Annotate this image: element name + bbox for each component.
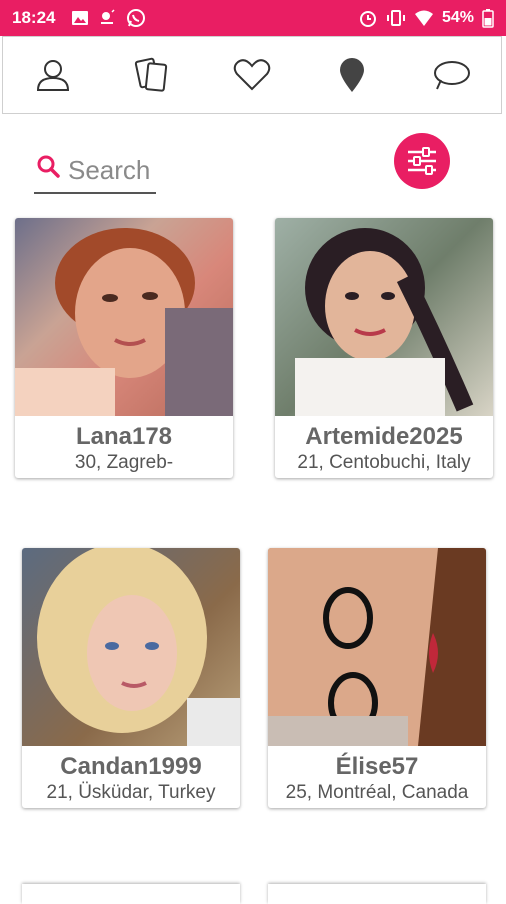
status-bar: 18:24 54%: [0, 0, 506, 36]
profile-info: 30, Zagreb-: [74, 452, 174, 473]
profile-card-partial[interactable]: [22, 884, 240, 904]
battery-icon: [482, 9, 494, 28]
profile-name: Lana178: [75, 423, 173, 450]
vibrate-icon: [386, 10, 405, 26]
profile-info: 25, Montréal, Canada: [285, 782, 469, 803]
nav-cards[interactable]: [122, 45, 182, 105]
alarm-icon: [359, 11, 376, 27]
heart-icon: [233, 59, 271, 91]
profile-photo: [275, 218, 493, 416]
chat-icon: [434, 61, 471, 90]
profile-card[interactable]: Élise57 25, Montréal, Canada: [268, 548, 486, 808]
search-bar: [34, 150, 160, 194]
search-icon[interactable]: [36, 154, 62, 180]
profile-name: Candan1999: [60, 753, 202, 780]
filter-button[interactable]: [394, 133, 450, 189]
profile-card[interactable]: Lana178 30, Zagreb-: [15, 218, 233, 478]
profile-info: 21, Üsküdar, Turkey: [46, 782, 216, 803]
image-icon: [72, 11, 88, 25]
nav-favorites[interactable]: [222, 45, 282, 105]
profile-name: Artemide2025: [305, 423, 463, 450]
profile-photo: [15, 218, 233, 416]
weather-icon: [101, 9, 115, 24]
nav-location[interactable]: [322, 45, 382, 105]
search-input[interactable]: [66, 152, 160, 188]
nav-profile[interactable]: [23, 45, 83, 105]
top-nav-bar: [2, 36, 502, 114]
filter-sliders-icon: [408, 147, 436, 175]
battery-percent: 54%: [441, 9, 474, 26]
profile-name: Élise57: [335, 753, 419, 780]
profile-card-partial[interactable]: [268, 884, 486, 904]
profile-card[interactable]: Artemide2025 21, Centobuchi, Italy: [275, 218, 493, 478]
profile-info: 21, Centobuchi, Italy: [297, 452, 471, 473]
profile-photo: [22, 548, 240, 746]
wifi-icon: [414, 10, 433, 26]
profile-photo: [268, 548, 486, 746]
profile-card[interactable]: Candan1999 21, Üsküdar, Turkey: [22, 548, 240, 808]
profile-icon: [36, 60, 69, 91]
whatsapp-icon: [127, 9, 145, 27]
nav-messages[interactable]: [421, 45, 481, 105]
status-time: 18:24: [12, 8, 56, 27]
cards-icon: [135, 57, 168, 92]
location-pin-icon: [339, 58, 364, 92]
